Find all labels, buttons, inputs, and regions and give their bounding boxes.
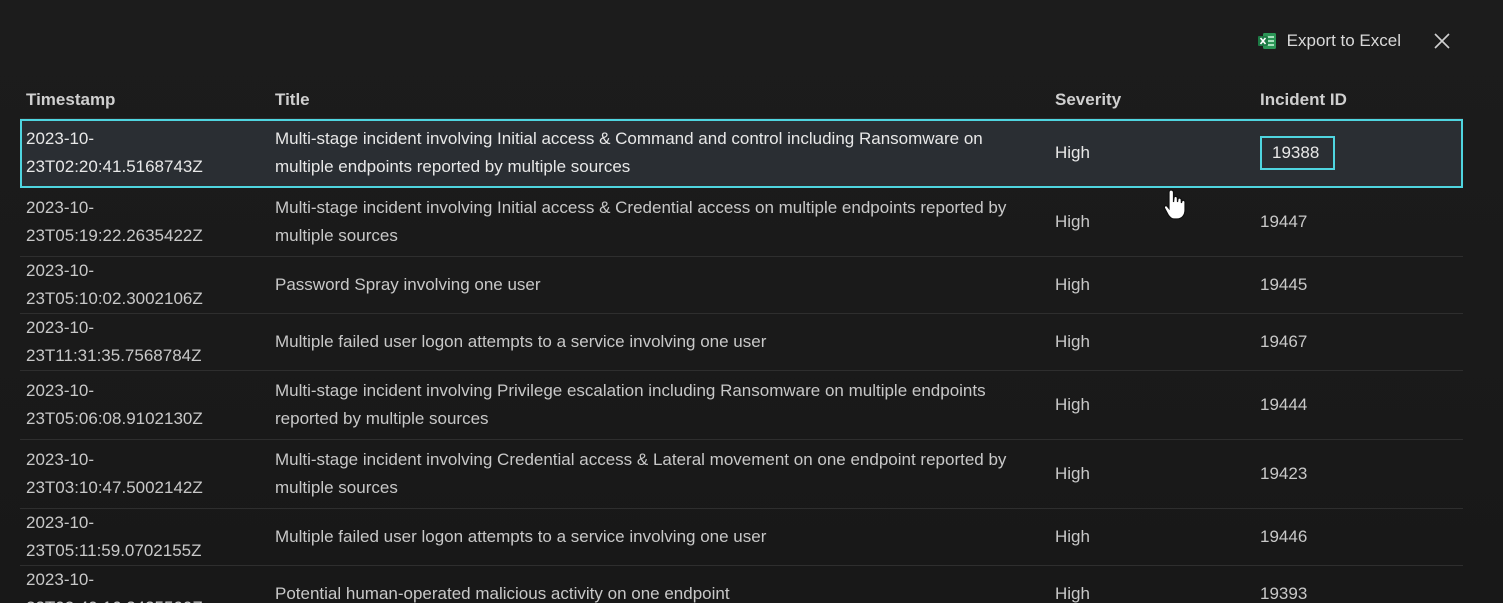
severity-cell: High (1049, 187, 1254, 257)
incidents-table: Timestamp Title Severity Incident ID 202… (20, 82, 1463, 603)
severity-cell: High (1049, 565, 1254, 603)
close-icon (1434, 33, 1450, 49)
column-header-incident-id[interactable]: Incident ID (1254, 82, 1463, 119)
incident-id-cell[interactable]: 19447 (1254, 187, 1463, 257)
excel-icon (1257, 32, 1277, 50)
incident-id-cell[interactable]: 19388 (1254, 118, 1463, 188)
table-header-row: Timestamp Title Severity Incident ID (20, 82, 1463, 119)
severity-cell: High (1049, 508, 1254, 566)
severity-cell: High (1049, 118, 1254, 188)
export-to-excel-label: Export to Excel (1286, 31, 1401, 50)
incident-id-cell[interactable]: 19444 (1254, 370, 1463, 440)
timestamp-cell: 2023-10-23T02:20:41.5168743Z (20, 118, 269, 188)
title-cell: Multi-stage incident involving Credentia… (269, 439, 1049, 509)
title-cell: Multi-stage incident involving Privilege… (269, 370, 1049, 440)
timestamp-cell: 2023-10-23T05:06:08.9102130Z (20, 370, 269, 440)
severity-cell: High (1049, 439, 1254, 509)
title-cell: Multi-stage incident involving Initial a… (269, 118, 1049, 188)
table-row[interactable]: 2023-10-23T11:31:35.7568784Z Multiple fa… (20, 313, 1463, 371)
timestamp-cell: 2023-10-23T03:10:47.5002142Z (20, 439, 269, 509)
export-to-excel-button[interactable]: Export to Excel (1257, 31, 1401, 51)
incident-id-cell[interactable]: 19423 (1254, 439, 1463, 509)
close-button[interactable] (1431, 30, 1453, 52)
title-cell: Multiple failed user logon attempts to a… (269, 313, 1049, 371)
severity-cell: High (1049, 256, 1254, 314)
title-cell: Password Spray involving one user (269, 256, 1049, 314)
severity-cell: High (1049, 370, 1254, 440)
incident-id-cell[interactable]: 19445 (1254, 256, 1463, 314)
timestamp-cell: 2023-10-23T05:19:22.2635422Z (20, 187, 269, 257)
timestamp-cell: 2023-10-23T11:31:35.7568784Z (20, 313, 269, 371)
incident-id-cell[interactable]: 19467 (1254, 313, 1463, 371)
table-row[interactable]: 2023-10-23T02:20:41.5168743Z Multi-stage… (20, 118, 1463, 188)
column-header-timestamp[interactable]: Timestamp (20, 82, 269, 119)
incident-id-cell[interactable]: 19393 (1254, 565, 1463, 603)
timestamp-cell: 2023-10-23T05:10:02.3002106Z (20, 256, 269, 314)
toolbar: Export to Excel (1257, 30, 1453, 52)
table-row[interactable]: 2023-10-23T05:10:02.3002106Z Password Sp… (20, 256, 1463, 314)
timestamp-cell: 2023-10-23T05:11:59.0702155Z (20, 508, 269, 566)
incident-id-cell[interactable]: 19446 (1254, 508, 1463, 566)
title-cell: Multiple failed user logon attempts to a… (269, 508, 1049, 566)
table-row[interactable]: 2023-10-23T03:10:47.5002142Z Multi-stage… (20, 439, 1463, 509)
title-cell: Multi-stage incident involving Initial a… (269, 187, 1049, 257)
incidents-panel: Export to Excel Timestamp Title Severity… (0, 0, 1503, 603)
table-row[interactable]: 2023-10-23T02:49:16.3435500Z Potential h… (20, 565, 1463, 603)
hand-pointer-cursor-icon (1163, 188, 1189, 222)
timestamp-cell: 2023-10-23T02:49:16.3435500Z (20, 565, 269, 603)
severity-cell: High (1049, 313, 1254, 371)
column-header-severity[interactable]: Severity (1049, 82, 1254, 119)
title-cell: Potential human-operated malicious activ… (269, 565, 1049, 603)
table-row[interactable]: 2023-10-23T05:11:59.0702155Z Multiple fa… (20, 508, 1463, 566)
column-header-title[interactable]: Title (269, 82, 1049, 119)
table-row[interactable]: 2023-10-23T05:06:08.9102130Z Multi-stage… (20, 370, 1463, 440)
table-row[interactable]: 2023-10-23T05:19:22.2635422Z Multi-stage… (20, 187, 1463, 257)
incident-id-focused[interactable]: 19388 (1260, 136, 1336, 170)
